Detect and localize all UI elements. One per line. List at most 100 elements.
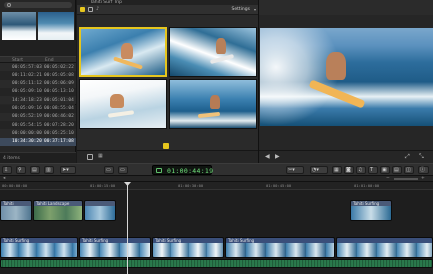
import-icon: ⇩ <box>4 167 9 173</box>
storyline-clip[interactable]: Tahiti Surfing <box>0 237 78 258</box>
razor-icon: ✂▾ <box>288 167 295 173</box>
list-row[interactable]: 00:05:54:15 00:07:28:20 <box>0 121 76 130</box>
themes-icon: ▤ <box>394 167 399 173</box>
connected-clip[interactable]: Tahiti Surfing <box>350 200 392 221</box>
main-toolbar: ⇩ ⚲ ▤ ▥ ➤▾ ▭ ▭ 01:00:44:19 ✂▾ ◔▾ ▦ ◙ ♫ T… <box>0 163 433 176</box>
browser-footer: 4 items <box>0 152 76 163</box>
clip-list: 00:05:57:03 00:05:02:22 00:11:02:21 00:05:… <box>0 63 76 155</box>
viewer: ◀ ▶ ⤢ ⤡ <box>258 0 433 163</box>
timeline: ◂ − + 00:00:00:00 01:00:15:00 01:00:30:0… <box>0 176 433 274</box>
chevron-down-icon: ▾ <box>253 7 256 12</box>
angle-viewer: Tahiti Surf Trip ♪ Settings ▾ ▦ <box>77 0 258 163</box>
photo-browser-button[interactable]: ◙ <box>344 166 354 174</box>
fullscreen-icon[interactable]: ⤢ <box>405 153 410 161</box>
info-icon: ⓘ <box>420 167 426 173</box>
append-icon: ▭ <box>106 167 111 173</box>
ruler-tick-label: 00:00:00:00 <box>2 183 28 188</box>
list-row[interactable]: 00:05:52:19 00:06:46:02 <box>0 112 76 122</box>
share-button[interactable]: ▥ <box>44 166 54 174</box>
select-tool-button[interactable]: ➤▾ <box>60 166 76 174</box>
inspector-button[interactable]: ⓘ <box>418 166 429 174</box>
generators-button[interactable]: ▣ <box>380 166 390 174</box>
angle-4[interactable] <box>169 79 257 129</box>
multicam-badge-icon <box>163 143 169 149</box>
timeline-index-icon[interactable]: ◂ <box>3 176 5 181</box>
storyline-clip[interactable]: Tahiti Surfing <box>79 237 151 258</box>
titles-browser-button[interactable]: T <box>368 166 378 174</box>
angle-3[interactable] <box>79 79 167 129</box>
list-row[interactable]: 00:05:11:12 00:05:06:09 <box>0 79 76 88</box>
ruler-tick-label: 01:01:00:00 <box>354 183 380 188</box>
clip-thumbnail[interactable] <box>2 12 36 40</box>
expand-icon[interactable]: ⤡ <box>419 153 424 161</box>
video-switch-icon[interactable] <box>88 7 93 12</box>
overlay-icon[interactable]: ▦ <box>98 153 103 159</box>
viewer-frame[interactable] <box>260 28 433 126</box>
clip-thumbnail[interactable] <box>38 12 74 40</box>
list-header: Start End <box>0 56 76 63</box>
themes-button[interactable]: ▤ <box>392 166 402 174</box>
ruler-tick-label: 01:00:15:00 <box>90 183 116 188</box>
effects-button[interactable]: ◫ <box>404 166 414 174</box>
trim-tool-button[interactable]: ✂▾ <box>286 166 304 174</box>
timecode-icon <box>156 168 162 173</box>
select-tool-icon: ➤▾ <box>62 167 69 173</box>
ruler-tick-label: 01:00:30:00 <box>178 183 204 188</box>
zoom-slider[interactable] <box>394 178 418 180</box>
titles-icon: T <box>370 167 374 173</box>
analyze-button[interactable]: ▤ <box>30 166 40 174</box>
list-row[interactable]: 00:11:02:21 00:05:05:08 <box>0 71 76 80</box>
enhance-button[interactable]: ▦ <box>332 166 342 174</box>
retime-icon: ◔▾ <box>312 167 319 173</box>
item-count: 4 items <box>3 156 20 161</box>
import-button[interactable]: ⇩ <box>2 166 12 174</box>
storyline-clip[interactable]: Tahiti Surfing <box>225 237 335 258</box>
angle-1[interactable] <box>79 27 167 77</box>
timecode-display: 01:00:44:19 <box>167 167 214 175</box>
append-button[interactable]: ▭ <box>104 166 114 174</box>
music-icon: ♫ <box>358 167 363 173</box>
list-row[interactable]: 00:05:09:16 00:08:55:04 <box>0 104 76 113</box>
play-icon[interactable]: ▶ <box>275 153 280 160</box>
dashboard-timecode[interactable]: 01:00:44:19 <box>152 165 214 175</box>
list-row[interactable]: 00:05:09:10 00:05:13:10 <box>0 87 76 97</box>
settings-menu[interactable]: Settings <box>232 7 250 12</box>
search-icon <box>7 3 11 7</box>
audio-switch-icon[interactable]: ♪ <box>96 7 101 12</box>
retime-button[interactable]: ◔▾ <box>310 166 328 174</box>
viewer-header <box>259 0 433 15</box>
search-input[interactable] <box>4 2 72 8</box>
insert-button[interactable]: ▭ <box>118 166 128 174</box>
share-icon: ▥ <box>46 167 51 173</box>
connected-clip[interactable]: Tahiti Landscape <box>33 200 83 221</box>
zoom-out-icon[interactable]: − <box>386 176 390 181</box>
play-reverse-icon[interactable]: ◀ <box>265 153 270 160</box>
effects-icon: ◫ <box>406 167 411 173</box>
playhead[interactable] <box>127 182 128 274</box>
connected-clip[interactable] <box>84 200 116 221</box>
zoom-in-icon[interactable]: + <box>421 176 425 181</box>
connected-clip[interactable]: Tahiti <box>0 200 32 221</box>
keyword-icon: ⚲ <box>18 167 22 173</box>
list-row[interactable]: 00:05:57:03 00:05:02:22 <box>0 63 76 72</box>
event-browser: Start End 00:05:57:03 00:05:02:22 00:11:0… <box>0 0 76 163</box>
camera-icon: ◙ <box>346 167 351 173</box>
keyword-button[interactable]: ⚲ <box>16 166 26 174</box>
angle-grid-icon[interactable] <box>87 154 93 160</box>
angle-toolbar: ♪ Settings ▾ <box>77 5 258 15</box>
viewer-transport: ◀ ▶ ⤢ ⤡ <box>259 150 433 163</box>
timeline-ruler[interactable]: 00:00:00:00 01:00:15:00 01:00:30:00 01:0… <box>0 182 433 190</box>
storyline-clip[interactable]: Tahiti Surfing <box>152 237 224 258</box>
surfer-figure <box>326 52 346 80</box>
video-audio-switch-icon[interactable] <box>80 7 85 12</box>
angle-2[interactable] <box>169 27 257 77</box>
storyline-clip[interactable] <box>336 237 433 258</box>
generators-icon: ▣ <box>382 167 387 173</box>
analyze-icon: ▤ <box>32 167 37 173</box>
list-row[interactable]: 14:34:18:23 00:05:01:04 <box>0 96 76 105</box>
audio-track[interactable] <box>0 259 433 268</box>
list-row[interactable]: 00:00:00:00 00:05:25:10 <box>0 129 76 138</box>
browser-divider <box>0 40 76 56</box>
list-row-selected[interactable]: 10:34:30:20 00:37:17:08 <box>0 137 76 146</box>
music-browser-button[interactable]: ♫ <box>356 166 366 174</box>
